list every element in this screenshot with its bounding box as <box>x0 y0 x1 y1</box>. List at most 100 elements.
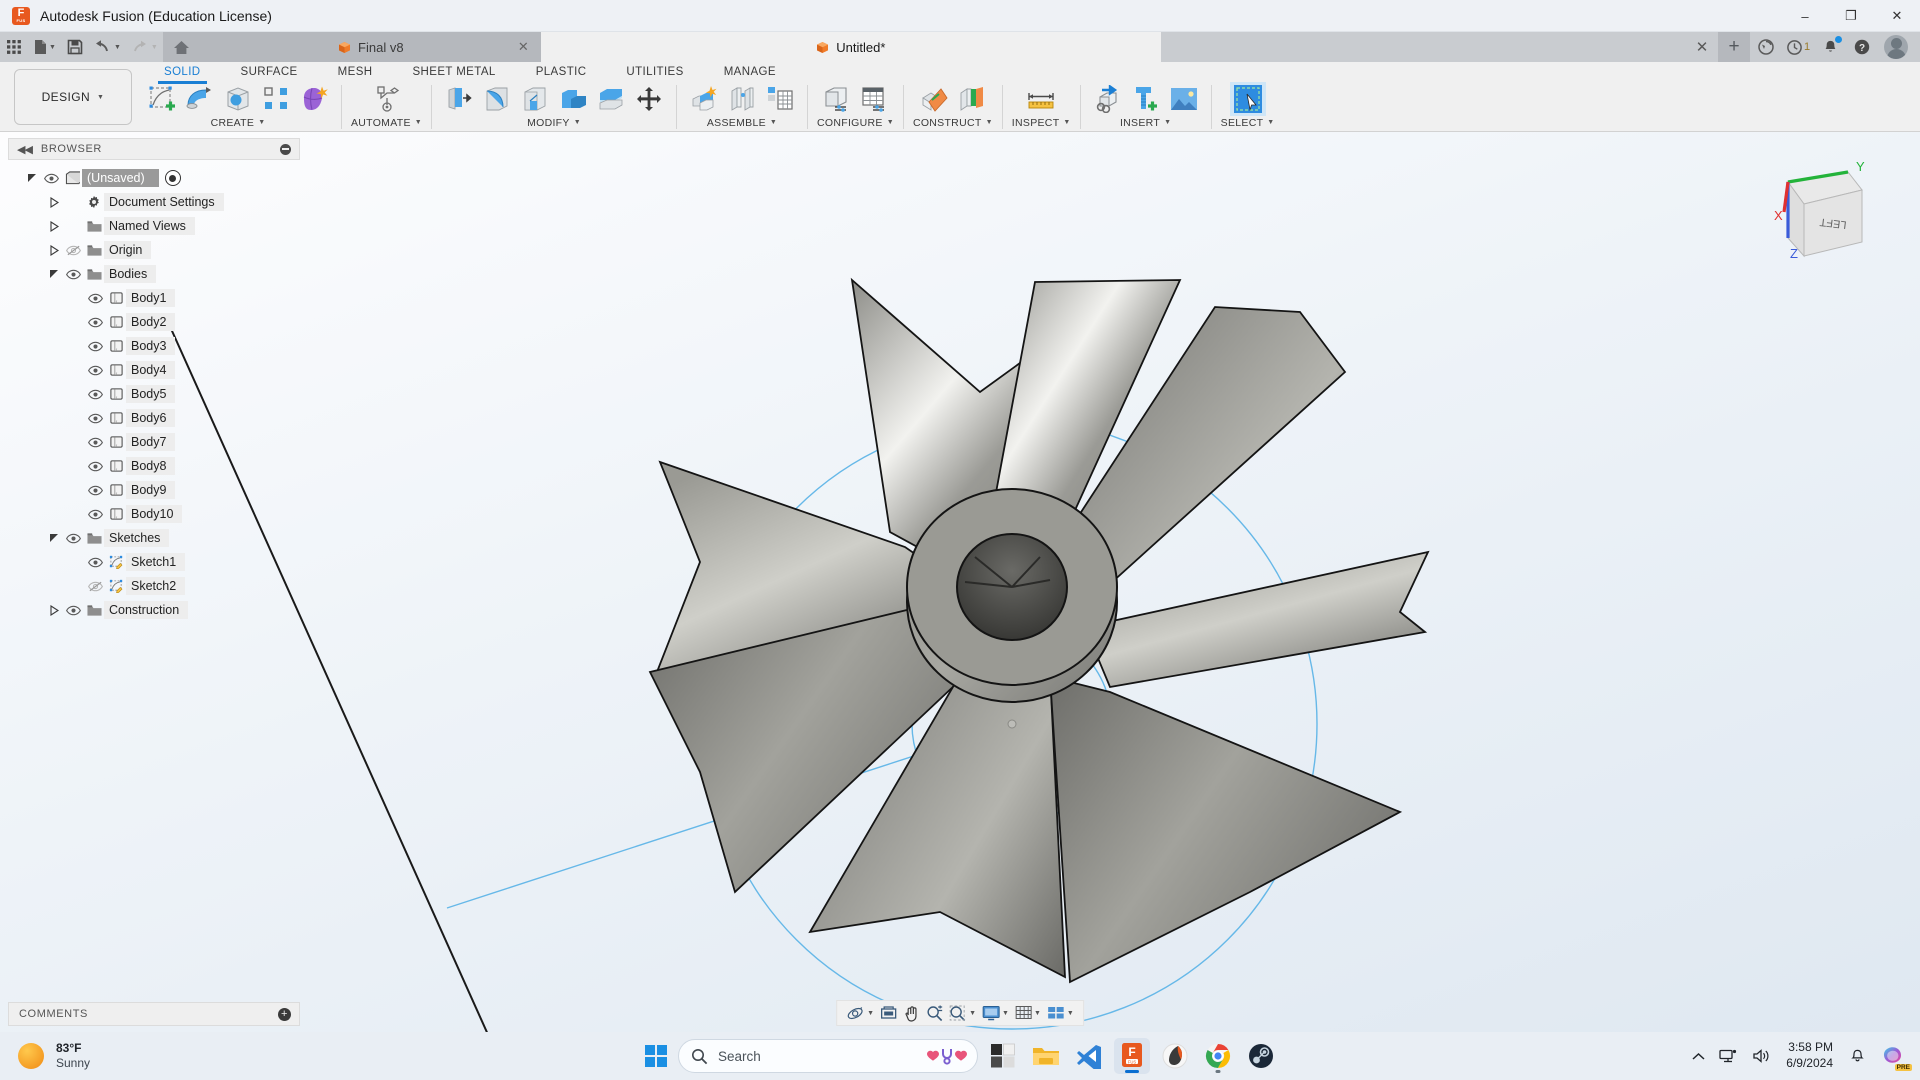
viewports[interactable]: ▼ <box>1044 1001 1077 1025</box>
sphere-tool[interactable] <box>220 82 256 116</box>
taskbar-fusion[interactable]: F FUS <box>1114 1038 1150 1074</box>
browser-tree-item-body1[interactable]: Body1 <box>8 286 300 310</box>
undo-button[interactable]: ▼ <box>89 32 126 62</box>
notifications-icon[interactable] <box>1814 32 1846 62</box>
display-settings[interactable]: ▼ <box>979 1001 1012 1025</box>
browser-tree-item-body7[interactable]: Body7 <box>8 430 300 454</box>
expander-expanded[interactable] <box>24 173 40 184</box>
copilot-icon[interactable]: PRE <box>1874 1039 1912 1073</box>
visibility-toggle-icon[interactable] <box>84 437 106 448</box>
panel-create-label[interactable]: CREATE ▼ <box>211 116 266 129</box>
ribbon-tab-utilities[interactable]: UTILITIES <box>606 62 703 82</box>
new-tab-button[interactable]: + <box>1718 32 1750 62</box>
browser-tree-item-origin[interactable]: Origin <box>8 238 300 262</box>
ribbon-tab-plastic[interactable]: PLASTIC <box>516 62 607 82</box>
visibility-toggle-icon[interactable] <box>84 557 106 568</box>
panel-insert-label[interactable]: INSERT ▼ <box>1120 116 1171 129</box>
job-status-icon[interactable] <box>1750 32 1782 62</box>
measure-tool[interactable] <box>1023 82 1059 116</box>
browser-tree-item-body9[interactable]: Body9 <box>8 478 300 502</box>
panel-select-label[interactable]: SELECT ▼ <box>1221 116 1275 129</box>
visibility-toggle-icon[interactable] <box>84 509 106 520</box>
collapse-panel-icon[interactable]: ◀◀ <box>17 143 33 156</box>
browser-tree-item-sketch1[interactable]: Sketch1 <box>8 550 300 574</box>
expander-collapsed[interactable] <box>46 196 62 208</box>
close-tab-button[interactable]: ✕ <box>1686 32 1718 62</box>
taskbar-clock[interactable]: 3:58 PM 6/9/2024 <box>1778 1040 1841 1071</box>
visibility-toggle-icon[interactable] <box>62 269 84 280</box>
pan-tool[interactable] <box>900 1001 923 1025</box>
browser-tree-item-sketch2[interactable]: Sketch2 <box>8 574 300 598</box>
expander-expanded[interactable] <box>46 533 62 544</box>
look-at-tool[interactable] <box>877 1001 900 1025</box>
visibility-toggle-icon[interactable] <box>84 389 106 400</box>
expander-expanded[interactable] <box>46 269 62 280</box>
grid-snaps[interactable]: ▼ <box>1012 1001 1044 1025</box>
home-button[interactable] <box>162 32 201 62</box>
browser-tree-item-document-settings[interactable]: Document Settings <box>8 190 300 214</box>
fit-tool[interactable]: ▼ <box>946 1001 979 1025</box>
network-icon[interactable] <box>1713 1044 1744 1068</box>
visibility-toggle-icon[interactable] <box>84 365 106 376</box>
visibility-toggle-icon[interactable] <box>62 605 84 616</box>
panel-configure-label[interactable]: CONFIGURE ▼ <box>817 116 894 129</box>
form-tool[interactable] <box>296 82 332 116</box>
help-icon[interactable]: ? <box>1846 32 1878 62</box>
visibility-toggle-icon[interactable] <box>84 461 106 472</box>
ribbon-tab-surface[interactable]: SURFACE <box>221 62 318 82</box>
browser-tree-item-body6[interactable]: Body6 <box>8 406 300 430</box>
visibility-toggle-icon[interactable] <box>84 581 106 592</box>
zoom-tool[interactable] <box>923 1001 946 1025</box>
new-component-tool[interactable] <box>686 82 722 116</box>
view-cube[interactable]: LEFT Y X Z <box>1756 158 1876 268</box>
select-tool[interactable] <box>1229 82 1266 116</box>
visibility-toggle-icon[interactable] <box>84 485 106 496</box>
panel-assemble-label[interactable]: ASSEMBLE ▼ <box>707 116 777 129</box>
taskbar-vscode[interactable] <box>1071 1038 1107 1074</box>
panel-modify-label[interactable]: MODIFY ▼ <box>527 116 581 129</box>
bill-of-materials-tool[interactable] <box>762 82 798 116</box>
app-grid-button[interactable] <box>0 32 28 62</box>
taskbar-steam[interactable] <box>1243 1038 1279 1074</box>
maximize-button[interactable]: ❐ <box>1828 0 1874 32</box>
browser-tree-item-sketches[interactable]: Sketches <box>8 526 300 550</box>
chamfer-tool[interactable] <box>517 82 553 116</box>
visibility-toggle-icon[interactable] <box>84 317 106 328</box>
comments-panel[interactable]: COMMENTS + <box>8 1002 300 1026</box>
browser-tree-item-construction[interactable]: Construction <box>8 598 300 622</box>
notifications-bell-icon[interactable] <box>1843 1044 1872 1069</box>
fillet-tool[interactable] <box>479 82 515 116</box>
panel-automate-label[interactable]: AUTOMATE ▼ <box>351 116 422 129</box>
recent-activity-icon[interactable]: 1 <box>1782 32 1814 62</box>
redo-button[interactable]: ▼ <box>126 32 163 62</box>
move-copy-tool[interactable] <box>631 82 667 116</box>
browser-tree-item-body8[interactable]: Body8 <box>8 454 300 478</box>
revolve-tool[interactable] <box>182 82 218 116</box>
panel-construct-label[interactable]: CONSTRUCT ▼ <box>913 116 993 129</box>
minimize-button[interactable]: – <box>1782 0 1828 32</box>
visibility-toggle-icon[interactable] <box>40 173 62 184</box>
press-pull-tool[interactable] <box>441 82 477 116</box>
new-file-button[interactable]: ▼ <box>28 32 61 62</box>
ribbon-tab-solid[interactable]: SOLID <box>144 62 221 84</box>
plane-through-tool[interactable] <box>954 82 990 116</box>
automate-tool[interactable] <box>369 82 405 116</box>
ribbon-tab-mesh[interactable]: MESH <box>318 62 393 82</box>
taskbar-chrome[interactable] <box>1200 1038 1236 1074</box>
browser-tree-item-body2[interactable]: Body2 <box>8 310 300 334</box>
taskbar-obsidian[interactable] <box>1157 1038 1193 1074</box>
3d-viewport[interactable]: ◀◀ BROWSER (Unsaved) Document Settings Nam… <box>0 132 1920 1032</box>
expander-collapsed[interactable] <box>46 604 62 616</box>
expander-collapsed[interactable] <box>46 244 62 256</box>
combine-tool[interactable] <box>555 82 591 116</box>
orbit-tool[interactable]: ▼ <box>843 1001 877 1025</box>
browser-tree-item-bodies[interactable]: Bodies <box>8 262 300 286</box>
tray-overflow-button[interactable] <box>1686 1048 1711 1065</box>
taskbar-file-explorer[interactable] <box>1028 1038 1064 1074</box>
save-button[interactable] <box>61 32 89 62</box>
joint-tool[interactable] <box>724 82 760 116</box>
offset-plane-tool[interactable] <box>916 82 952 116</box>
browser-tree-item-body4[interactable]: Body4 <box>8 358 300 382</box>
configuration-table-tool[interactable] <box>856 82 892 116</box>
panel-inspect-label[interactable]: INSPECT ▼ <box>1012 116 1071 129</box>
